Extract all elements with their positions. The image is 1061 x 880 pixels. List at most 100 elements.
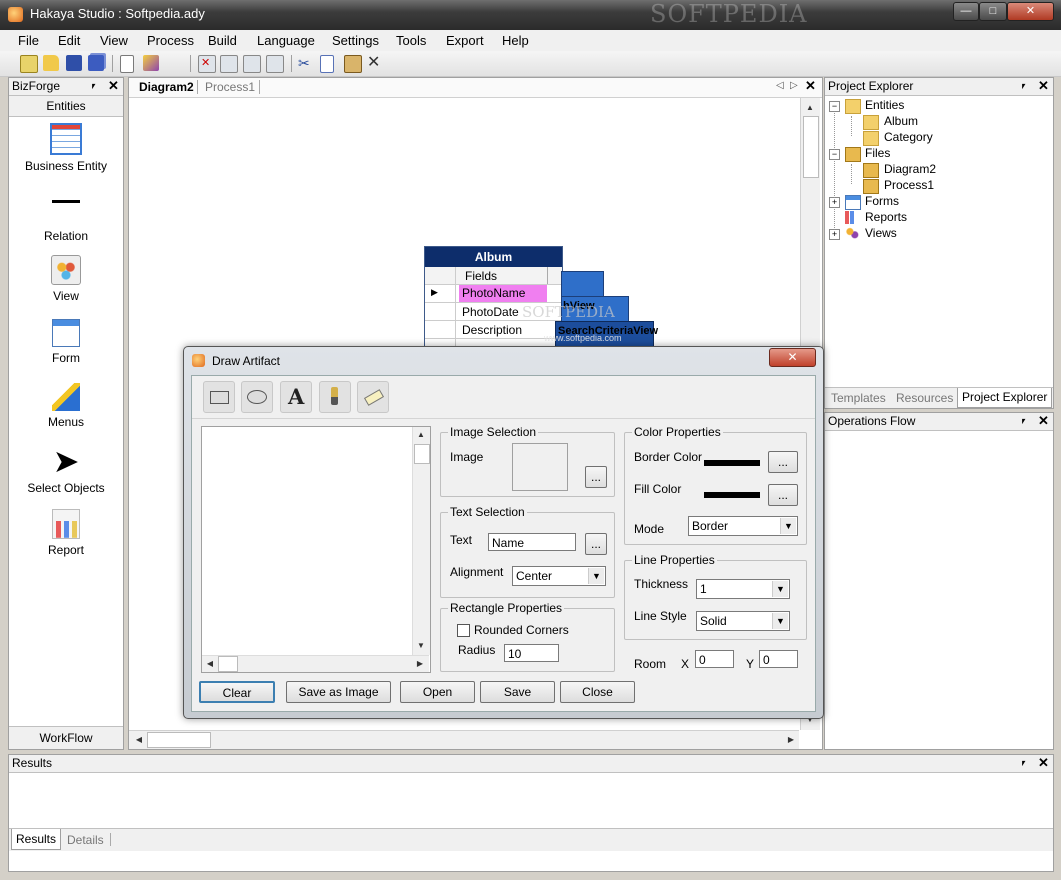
tab-project-explorer[interactable]: Project Explorer [957, 388, 1053, 408]
field-row[interactable]: Description [425, 321, 562, 339]
canvas-vscroll-thumb[interactable] [414, 444, 430, 464]
scroll-left-icon[interactable]: ◀ [131, 732, 147, 748]
canvas-vscrollbar[interactable]: ▲ ▼ [412, 427, 430, 655]
open-folder-icon[interactable] [43, 55, 59, 71]
image-browse-button[interactable]: ... [585, 466, 607, 488]
pin-icon[interactable]: ⎖ [1019, 755, 1028, 772]
rectangle-tool-button[interactable] [203, 381, 235, 413]
stop-icon[interactable] [243, 55, 261, 73]
alignment-select[interactable]: Center ▼ [512, 566, 606, 586]
pause-icon[interactable] [266, 55, 284, 73]
dropdown-arrow-icon[interactable]: ▼ [780, 518, 796, 534]
tool-business-entity[interactable]: Business Entity [9, 123, 123, 173]
canvas-hscroll-thumb[interactable] [218, 656, 238, 672]
ellipse-tool-button[interactable] [241, 381, 273, 413]
minimize-button[interactable]: — [953, 2, 979, 21]
scroll-up-icon[interactable]: ▲ [802, 100, 818, 116]
menu-file[interactable]: File [18, 33, 39, 48]
pin-icon[interactable]: ⎖ [89, 78, 98, 95]
tab-resources[interactable]: Resources [896, 391, 953, 405]
pin-icon[interactable]: ⎖ [1019, 78, 1028, 95]
menu-view[interactable]: View [100, 33, 128, 48]
hscroll-thumb[interactable] [147, 732, 211, 748]
close-window-button[interactable]: ✕ [1007, 2, 1054, 21]
tool-report[interactable]: Report [9, 509, 123, 557]
tab-details[interactable]: Details [67, 833, 104, 847]
open-button[interactable]: Open [400, 681, 475, 703]
drawing-canvas[interactable]: ▲ ▼ ◀ ▶ [201, 426, 431, 673]
room-y-input[interactable]: 0 [759, 650, 798, 668]
entities-section-header[interactable]: Entities [9, 96, 123, 117]
scroll-right-icon[interactable]: ▶ [412, 656, 428, 672]
tab-results[interactable]: Results [11, 829, 62, 850]
tab-scroll-right-icon[interactable]: ▷ [790, 80, 798, 91]
project-icon[interactable] [20, 55, 38, 73]
save-as-image-button[interactable]: Save as Image [286, 681, 391, 703]
expand-icon[interactable]: + [829, 229, 840, 240]
collapse-icon[interactable]: − [829, 149, 840, 160]
entity-album[interactable]: Album Fields ▶ PhotoName PhotoDate Descri… [424, 246, 563, 353]
dialog-close-button[interactable]: ✕ [769, 348, 816, 367]
text-tool-button[interactable]: A [280, 381, 312, 413]
save-button[interactable]: Save [480, 681, 555, 703]
thickness-select[interactable]: 1 ▼ [696, 579, 790, 599]
rounded-corners-checkbox[interactable] [457, 624, 470, 637]
tab-scroll-left-icon[interactable]: ◁ [776, 80, 784, 91]
pin-icon[interactable]: ⎖ [1019, 413, 1028, 430]
entity-view-behind[interactable] [561, 271, 604, 298]
room-x-input[interactable]: 0 [695, 650, 734, 668]
menu-settings[interactable]: Settings [332, 33, 379, 48]
document-close-icon[interactable]: ✕ [805, 78, 816, 94]
close-icon[interactable]: ✕ [1038, 754, 1049, 771]
tool-view[interactable]: View [9, 255, 123, 303]
dropdown-arrow-icon[interactable]: ▼ [772, 613, 788, 629]
tab-process1[interactable]: Process1 [205, 80, 255, 94]
dropdown-arrow-icon[interactable]: ▼ [772, 581, 788, 597]
delete-item-icon[interactable]: ✕ [198, 55, 216, 73]
paste-icon[interactable] [344, 55, 362, 73]
text-input[interactable]: Name [488, 533, 576, 551]
document-icon[interactable] [120, 55, 134, 73]
expand-icon[interactable]: + [829, 197, 840, 208]
menu-build[interactable]: Build [208, 33, 237, 48]
menu-language[interactable]: Language [257, 33, 315, 48]
scroll-left-icon[interactable]: ◀ [202, 656, 218, 672]
delete-icon[interactable]: ✕ [367, 55, 383, 71]
maximize-button[interactable]: □ [979, 2, 1007, 21]
menu-edit[interactable]: Edit [58, 33, 80, 48]
build-icon[interactable] [143, 55, 159, 71]
clear-button[interactable]: Clear [199, 681, 275, 703]
field-row[interactable]: ▶ PhotoName [425, 285, 562, 303]
eraser-tool-button[interactable] [357, 381, 389, 413]
fill-color-button[interactable]: ... [768, 484, 798, 506]
scroll-down-icon[interactable]: ▼ [413, 638, 429, 654]
menu-export[interactable]: Export [446, 33, 484, 48]
vscroll-thumb[interactable] [803, 116, 819, 178]
border-color-button[interactable]: ... [768, 451, 798, 473]
radius-input[interactable]: 10 [504, 644, 559, 662]
tool-menus[interactable]: Menus [9, 383, 123, 429]
menu-help[interactable]: Help [502, 33, 529, 48]
copy-icon[interactable] [320, 55, 334, 73]
tab-templates[interactable]: Templates [831, 391, 886, 405]
scroll-up-icon[interactable]: ▲ [413, 427, 429, 443]
canvas-hscrollbar[interactable]: ◀ ▶ [202, 655, 429, 672]
scroll-right-icon[interactable]: ▶ [783, 732, 799, 748]
image-tool-button[interactable] [319, 381, 351, 413]
close-button[interactable]: Close [560, 681, 635, 703]
mode-select[interactable]: Border ▼ [688, 516, 798, 536]
save-icon[interactable] [66, 55, 82, 71]
cut-icon[interactable]: ✂ [298, 55, 314, 71]
run-icon[interactable] [220, 55, 238, 73]
line-style-select[interactable]: Solid ▼ [696, 611, 790, 631]
menu-tools[interactable]: Tools [396, 33, 426, 48]
close-icon[interactable]: ✕ [1038, 412, 1049, 429]
save-all-icon[interactable] [88, 55, 104, 71]
workflow-section-header[interactable]: WorkFlow [9, 726, 123, 749]
close-icon[interactable]: ✕ [108, 77, 119, 94]
text-browse-button[interactable]: ... [585, 533, 607, 555]
tab-diagram2[interactable]: Diagram2 [139, 80, 194, 94]
tool-select-objects[interactable]: ➤ Select Objects [9, 445, 123, 495]
diagram-hscrollbar[interactable]: ◀ ▶ [129, 730, 799, 749]
tool-relation[interactable]: Relation [9, 193, 123, 243]
